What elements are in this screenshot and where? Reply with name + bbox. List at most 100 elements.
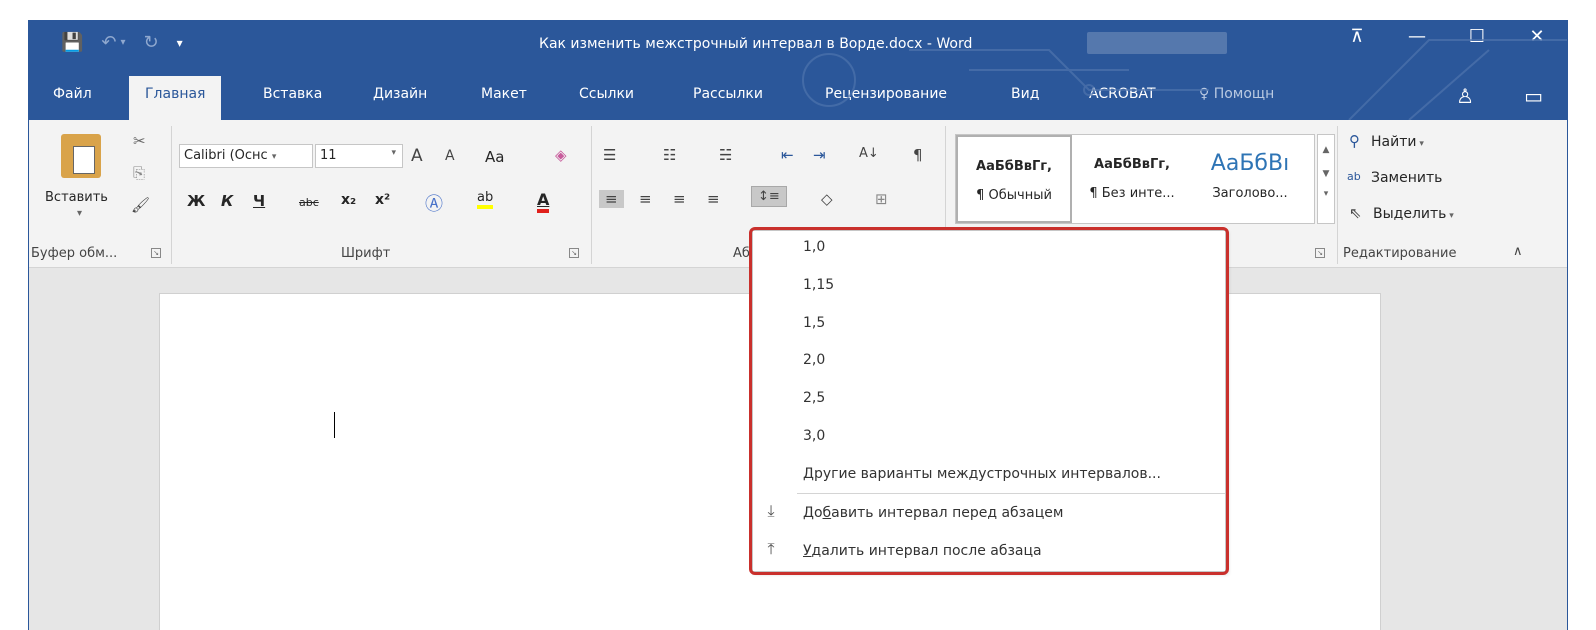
tab-design[interactable]: Дизайн (373, 86, 427, 102)
font-label: Шрифт (341, 246, 391, 261)
line-spacing-option[interactable]: 1,5 (803, 315, 825, 331)
show-formatting-marks-icon[interactable]: ¶ (913, 146, 923, 164)
align-right-icon[interactable]: ≡ (673, 190, 686, 208)
find-label: Найти (1371, 134, 1417, 150)
menu-text: далить интервал после абзаца (811, 543, 1042, 559)
undo-icon[interactable]: ↶ (101, 32, 116, 53)
tab-mailings[interactable]: Рассылки (693, 86, 763, 102)
undo-dropdown-icon[interactable]: ▾ (121, 37, 126, 48)
font-name-select[interactable]: Calibri (Оснс ▾ (179, 144, 313, 168)
line-spacing-option[interactable]: 2,0 (803, 352, 825, 368)
ribbon-display-options-icon[interactable]: ⊼ (1327, 26, 1387, 47)
style-normal[interactable]: АаБбВвГг, ¶ Обычный (956, 135, 1072, 223)
justify-icon[interactable]: ≡ (707, 190, 720, 208)
line-spacing-menu: 1,0 1,15 1,5 2,0 2,5 3,0 Другие варианты… (752, 230, 1226, 572)
remove-space-after-paragraph[interactable]: Удалить интервал после абзаца (803, 543, 1042, 559)
select-button[interactable]: Выделить ▾ (1373, 206, 1454, 222)
font-launcher-icon[interactable]: ↘ (569, 248, 579, 258)
style-sample: АаБбВı (1210, 151, 1290, 176)
collapse-ribbon-icon[interactable]: ∧ (1513, 244, 1523, 259)
text-cursor (334, 412, 335, 438)
separator (591, 126, 592, 264)
line-spacing-option[interactable]: 1,15 (803, 277, 834, 293)
highlight-color-button[interactable]: ab (477, 190, 494, 209)
tell-me-search[interactable]: ♀ Помощн (1199, 86, 1274, 102)
line-spacing-options-more[interactable]: Другие варианты междустрочных интервалов… (803, 466, 1161, 482)
paste-dropdown-icon[interactable]: ▾ (77, 208, 82, 219)
paste-icon[interactable] (61, 134, 101, 178)
tab-acrobat[interactable]: ACROBAT (1089, 86, 1156, 102)
tab-layout[interactable]: Макет (481, 86, 527, 102)
superscript-button[interactable]: x² (375, 192, 390, 208)
find-button[interactable]: Найти ▾ (1371, 134, 1424, 150)
numbering-icon[interactable]: ☷ (663, 146, 676, 164)
line-spacing-option[interactable]: 3,0 (803, 428, 825, 444)
line-spacing-option[interactable]: 1,0 (803, 239, 825, 255)
tab-references[interactable]: Ссылки (579, 86, 634, 102)
customize-qat-icon[interactable]: ▾ (177, 36, 183, 50)
style-no-spacing[interactable]: АаБбВвГг, ¶ Без инте... (1074, 135, 1190, 223)
comment-icon[interactable]: ▭ (1524, 84, 1543, 108)
scroll-up-icon[interactable]: ▲ (1318, 145, 1334, 155)
document-title: Как изменить межстрочный интервал в Ворд… (539, 36, 973, 52)
copy-icon[interactable]: ⎘ (133, 164, 145, 182)
multilevel-list-icon[interactable]: ☵ (719, 146, 732, 164)
styles-launcher-icon[interactable]: ↘ (1315, 248, 1325, 258)
tab-view[interactable]: Вид (1011, 86, 1039, 102)
tab-home[interactable]: Главная (129, 76, 222, 120)
tab-insert[interactable]: Вставка (263, 86, 322, 102)
italic-button[interactable]: К (221, 192, 233, 210)
share-icon[interactable]: ♙ (1456, 84, 1474, 108)
replace-button[interactable]: Заменить (1371, 170, 1442, 186)
style-heading-1[interactable]: АаБбВı Заголово... (1192, 135, 1308, 223)
separator (171, 126, 172, 264)
sort-icon[interactable]: A↓ (859, 146, 879, 161)
clipboard-launcher-icon[interactable]: ↘ (151, 248, 161, 258)
format-painter-icon[interactable]: 🖌 (131, 196, 150, 214)
maximize-icon[interactable]: ☐ (1447, 26, 1507, 47)
style-sample: АаБбВвГг, (1094, 157, 1170, 172)
scroll-down-icon[interactable]: ▼ (1318, 169, 1334, 179)
minimize-icon[interactable]: — (1387, 26, 1447, 47)
select-icon: ⇖ (1349, 204, 1362, 222)
line-spacing-option[interactable]: 2,5 (803, 390, 825, 406)
more-styles-icon[interactable]: ▾ (1318, 189, 1334, 199)
tab-review[interactable]: Рецензирование (825, 86, 947, 102)
subscript-button[interactable]: x₂ (341, 192, 356, 208)
bold-button[interactable]: Ж (187, 192, 205, 210)
window-controls: ⊼ — ☐ ✕ (1327, 26, 1567, 47)
save-icon[interactable]: 💾 (61, 32, 83, 53)
decrease-indent-icon[interactable]: ⇤ (781, 146, 794, 164)
font-color-button[interactable]: A (537, 190, 550, 213)
line-spacing-button[interactable]: ↕≡ (751, 186, 787, 207)
text-effects-icon[interactable]: Ⓐ (425, 190, 443, 216)
bullets-icon[interactable]: ☰ (603, 146, 616, 164)
styles-scroll[interactable]: ▲ ▼ ▾ (1317, 134, 1335, 224)
strikethrough-button[interactable]: abc (299, 196, 319, 209)
borders-icon[interactable]: ⊞ (875, 190, 888, 208)
redo-icon[interactable]: ↻ (144, 32, 159, 53)
clipboard-label: Буфер обм... (31, 246, 118, 261)
align-center-icon[interactable]: ≡ (639, 190, 652, 208)
align-left-icon[interactable]: ≡ (599, 190, 624, 208)
cut-icon[interactable]: ✂ (133, 132, 146, 150)
paste-button[interactable]: Вставить (45, 190, 108, 205)
underline-button[interactable]: Ч (253, 192, 265, 210)
find-icon: ⚲ (1349, 132, 1360, 150)
font-size-value: 11 (320, 148, 337, 163)
grow-font-icon[interactable]: A (411, 146, 423, 166)
add-space-before-paragraph[interactable]: Добавить интервал перед абзацем (803, 505, 1063, 521)
shrink-font-icon[interactable]: A (445, 148, 455, 164)
clear-formatting-icon[interactable]: ◈ (555, 146, 567, 164)
font-size-select[interactable]: 11 ▾ (315, 144, 403, 168)
title-bar: 💾 ↶ ▾ ↻ ▾ Как изменить межстрочный интер… (29, 20, 1567, 72)
close-icon[interactable]: ✕ (1507, 26, 1567, 47)
editing-label: Редактирование (1343, 246, 1457, 261)
shading-icon[interactable]: ◇ (821, 190, 833, 208)
remove-space-after-icon: ⤒ (767, 539, 775, 558)
account-name-blurred (1087, 32, 1227, 54)
increase-indent-icon[interactable]: ⇥ (813, 146, 826, 164)
tab-file[interactable]: Файл (53, 86, 92, 102)
change-case-button[interactable]: Aa (485, 148, 504, 166)
replace-icon: ab (1347, 170, 1361, 183)
